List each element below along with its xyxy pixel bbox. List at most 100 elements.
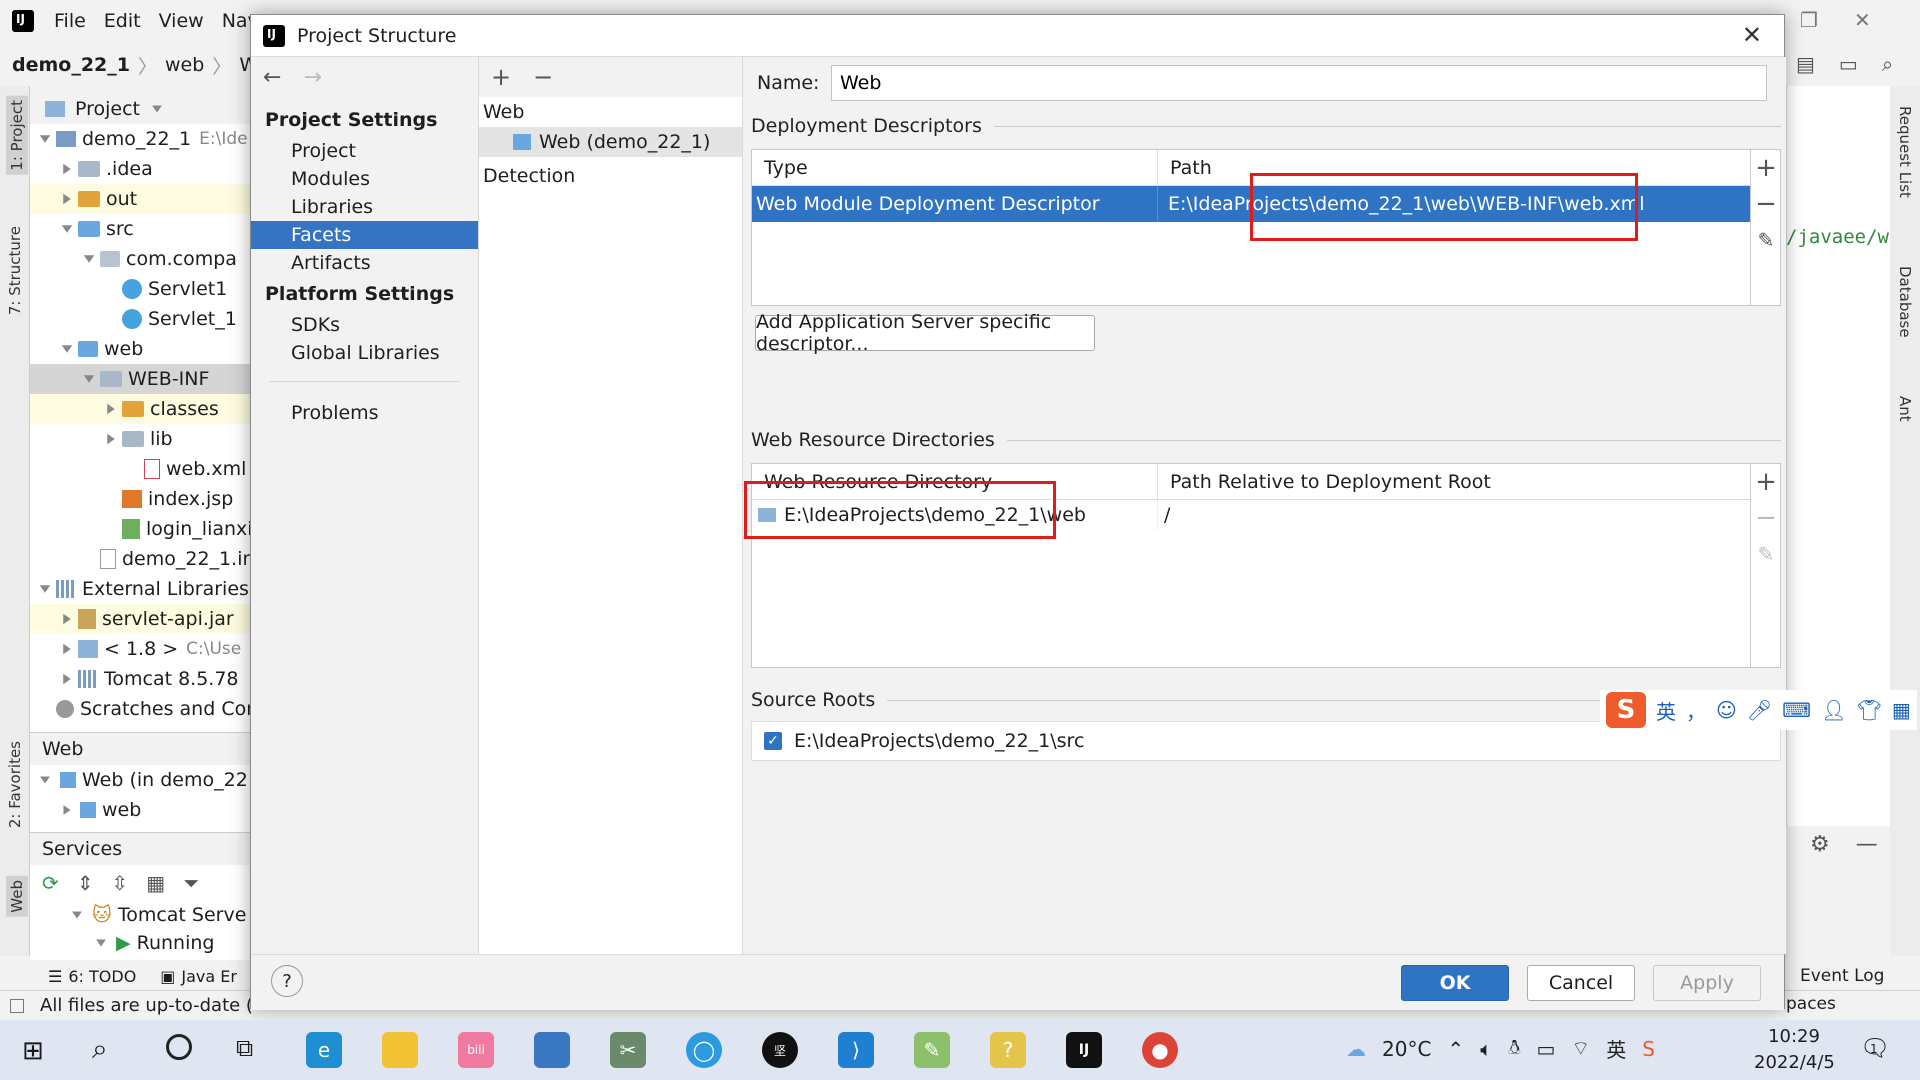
ime-tray-icon[interactable]: 英 [1606,1034,1626,1063]
tree-item[interactable]: index.jsp [30,484,250,514]
nav-item-global-libraries[interactable]: Global Libraries [251,339,478,367]
name-input[interactable] [831,65,1767,101]
status-toggle-icon[interactable] [10,998,24,1013]
facets-item-web[interactable]: Web (demo_22_1) [479,127,742,157]
task-view-icon[interactable]: ⧉ [236,1034,253,1062]
windows-start-icon[interactable]: ⊞ [22,1036,44,1066]
clock[interactable]: 10:29 2022/4/5 [1754,1024,1835,1076]
collapsed-arrow-icon[interactable] [56,192,78,206]
group-icon[interactable]: ▦ [146,871,165,895]
app-black-icon[interactable]: 坚 [762,1032,798,1068]
notepad-icon[interactable]: ✎ [914,1032,950,1068]
sogou-logo-icon[interactable]: S [1606,692,1646,728]
web-tree-item[interactable]: web [30,795,250,825]
add-resource-icon[interactable]: + [1751,464,1781,500]
nav-item-libraries[interactable]: Libraries [251,193,478,221]
grid-icon[interactable]: ▦ [1892,698,1911,722]
wifi-icon[interactable]: ⌔ [1571,1036,1590,1061]
add-facet-icon[interactable]: + [491,63,511,91]
nav-item-artifacts[interactable]: Artifacts [251,249,478,277]
cancel-button[interactable]: Cancel [1527,965,1635,1001]
refresh-icon[interactable]: ⟳ [42,871,59,895]
settings-gear-icon[interactable]: ⚙ [1810,832,1830,857]
tool-tab-project[interactable]: 1: Project [6,96,28,175]
filter-icon[interactable]: ⏷ [183,871,199,895]
col-type[interactable]: Type [752,150,1158,185]
facets-detection[interactable]: Detection [479,161,742,191]
tree-item[interactable]: web.xml [30,454,250,484]
tree-item[interactable]: lib [30,424,250,454]
breadcrumb-web[interactable]: web [165,54,204,76]
user-icon[interactable]: 👤︎ [1821,698,1846,722]
tree-item[interactable]: .idea [30,154,250,184]
edit-pencil-icon[interactable]: ✎ [1751,222,1781,258]
battery-icon[interactable]: ▭ [1537,1037,1556,1061]
tree-item[interactable]: Servlet1 [30,274,250,304]
app-window-icon[interactable] [534,1032,570,1068]
todo-tab[interactable]: ☰ 6: TODO [48,967,136,986]
menu-file[interactable]: File [54,10,86,32]
tree-item[interactable]: demo_22_1 E:\Ide [30,124,250,154]
tool-tab-web[interactable]: Web [6,876,28,917]
qq-browser-icon[interactable]: ◯ [686,1032,722,1068]
nav-problems[interactable]: Problems [251,396,478,430]
sogou-tray-icon[interactable]: S [1642,1037,1655,1061]
nav-item-facets[interactable]: Facets [251,221,478,249]
nav-item-modules[interactable]: Modules [251,165,478,193]
expanded-arrow-icon[interactable] [78,374,100,384]
tool-tab-structure[interactable]: 7: Structure [6,226,24,315]
tree-item[interactable]: Scratches and Con [30,694,250,724]
collapsed-arrow-icon[interactable] [56,642,78,656]
remove-resource-icon[interactable]: − [1751,500,1781,536]
ime-lang[interactable]: 英 [1656,696,1676,725]
ok-button[interactable]: OK [1401,965,1509,1001]
services-item[interactable]: ▶ Running [30,929,250,957]
expanded-arrow-icon[interactable] [78,254,100,264]
tool-tab-database[interactable]: Database [1896,266,1914,338]
expand-all-icon[interactable]: ⇕ [77,871,94,895]
collapsed-arrow-icon[interactable] [100,402,122,416]
bilibili-icon[interactable]: bili [458,1032,494,1068]
web-tree-item[interactable]: Web (in demo_22 [30,765,250,795]
tree-item[interactable]: Tomcat 8.5.78 [30,664,250,694]
tree-item[interactable]: classes [30,394,250,424]
mic-icon[interactable]: 🎤︎ [1747,698,1772,722]
apply-button[interactable]: Apply [1653,965,1761,1001]
col-relative-path[interactable]: Path Relative to Deployment Root [1158,464,1750,499]
source-checkbox[interactable]: ✓ [764,732,782,750]
close-icon[interactable]: ✕ [1854,8,1871,32]
tree-item[interactable]: WEB-INF [30,364,250,394]
menu-view[interactable]: View [159,10,204,32]
intellij-taskbar-icon[interactable]: IJ [1066,1032,1102,1068]
tool-tab-request-list[interactable]: Request List [1896,106,1914,198]
collapsed-arrow-icon[interactable] [56,612,78,626]
menu-edit[interactable]: Edit [104,10,141,32]
help-app-icon[interactable]: ? [990,1032,1026,1068]
tree-item[interactable]: servlet-api.jar [30,604,250,634]
cortana-icon[interactable] [166,1034,192,1060]
edge-icon[interactable]: e [306,1032,342,1068]
chevron-down-icon[interactable] [152,105,162,113]
ime-punct[interactable]: ， [1686,696,1706,725]
project-structure-icon[interactable]: ▤ [1796,52,1815,76]
collapse-all-icon[interactable]: ⇳ [112,871,129,895]
skin-icon[interactable]: 👕︎ [1857,698,1882,722]
forward-arrow-icon[interactable]: → [303,65,321,90]
tree-item[interactable]: src [30,214,250,244]
nav-item-sdks[interactable]: SDKs [251,311,478,339]
notification-icon[interactable]: 🗨︎ 1 [1860,1034,1890,1062]
expanded-arrow-icon[interactable] [56,344,78,354]
java-enterprise-tab[interactable]: ▣ Java Er [160,967,237,986]
remove-facet-icon[interactable]: − [533,63,553,91]
search-icon[interactable]: ⌕ [1882,52,1893,76]
expand-icon[interactable] [63,805,71,815]
remove-descriptor-icon[interactable]: − [1751,186,1781,222]
file-explorer-icon[interactable] [382,1032,418,1068]
breadcrumb-project[interactable]: demo_22_1 [12,54,130,76]
emoji-icon[interactable]: ☺ [1716,698,1737,722]
nav-item-project[interactable]: Project [251,137,478,165]
expand-icon[interactable] [72,911,82,919]
collapsed-arrow-icon[interactable] [56,672,78,686]
terminal-icon[interactable]: ▭ [1839,52,1858,76]
tree-item[interactable]: Servlet_1 [30,304,250,334]
